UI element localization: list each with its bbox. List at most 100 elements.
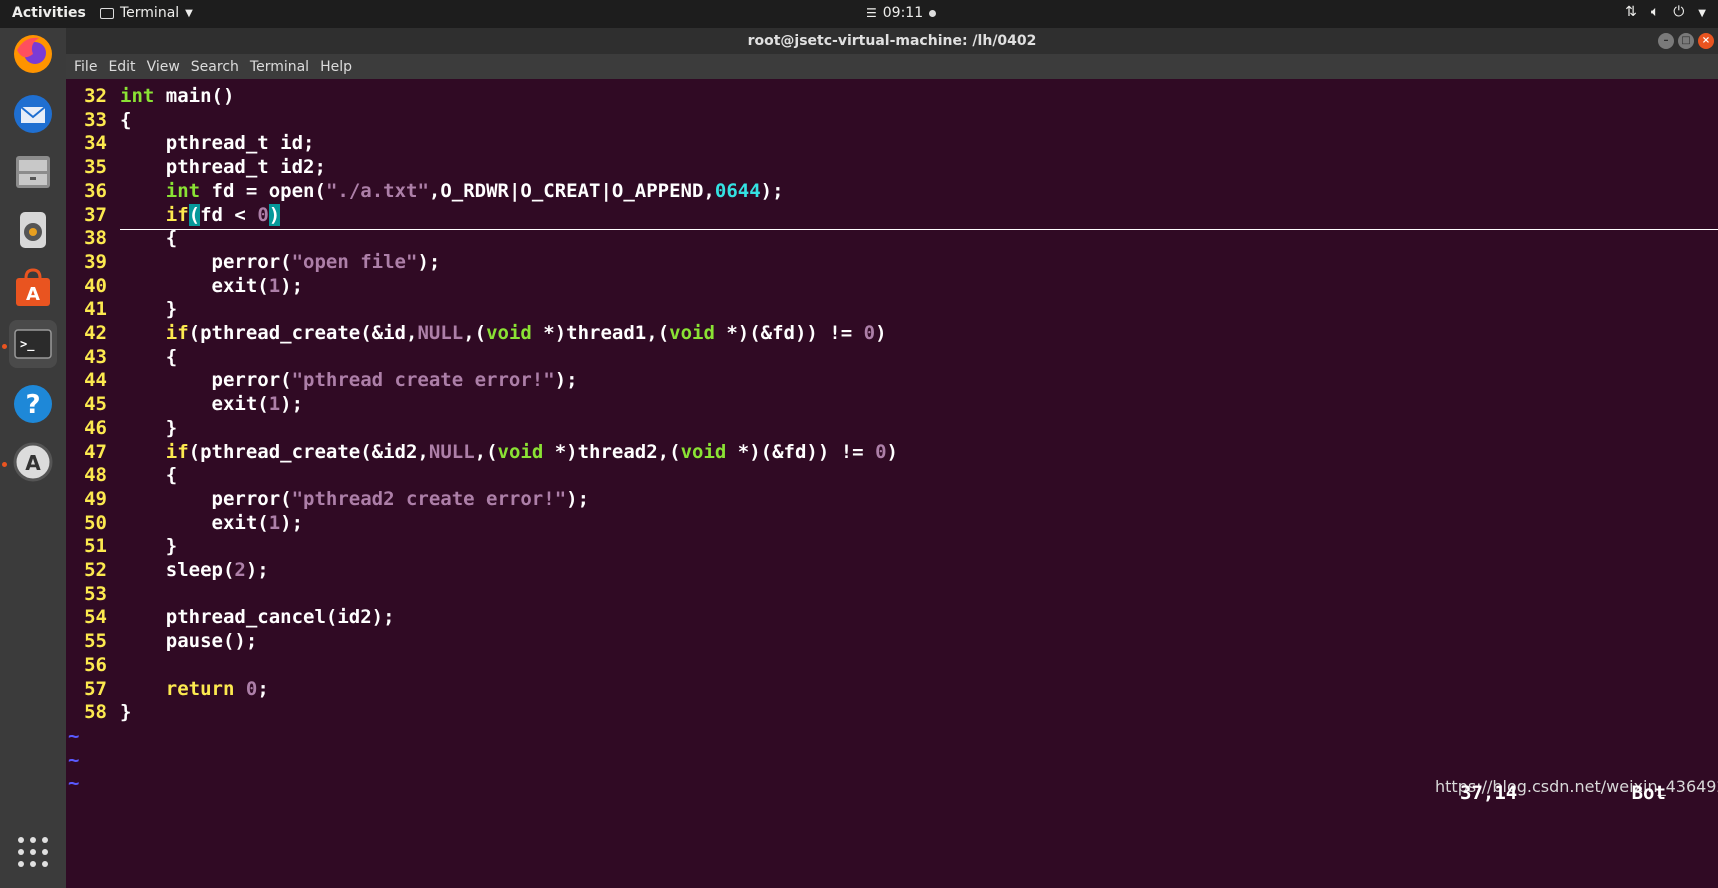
thunderbird-launcher[interactable]	[9, 90, 57, 138]
code-text: {	[120, 464, 178, 487]
code-line: 57 return 0;	[66, 676, 269, 702]
firefox-icon	[14, 35, 52, 73]
activities-button[interactable]: Activities	[12, 5, 86, 21]
line-number: 54	[84, 606, 107, 629]
svg-text:?: ?	[25, 390, 40, 420]
code-line: 40 exit(1);	[66, 273, 303, 299]
menu-view[interactable]: View	[147, 59, 180, 75]
line-number: 37	[84, 203, 107, 226]
line-number: 44	[84, 369, 107, 392]
code-text: }	[120, 701, 132, 724]
code-text: if(pthread_create(&id,NULL,(void *)threa…	[165, 322, 887, 344]
code-line: 51 }	[66, 533, 177, 559]
code-line: 33 {	[66, 107, 131, 133]
code-line: 56	[66, 652, 120, 678]
code-line: 50 exit(1);	[66, 510, 303, 536]
menu-help[interactable]: Help	[320, 59, 352, 75]
network-icon: ⇅	[1625, 4, 1637, 20]
line-number: 55	[84, 630, 107, 653]
svg-text:A: A	[25, 451, 41, 475]
code-line: 36 int fd = open("./a.txt",O_RDWR|O_CREA…	[66, 178, 783, 204]
code-text: pthread_cancel(id2);	[120, 606, 395, 629]
help-launcher[interactable]: ?	[9, 380, 57, 428]
menu-search[interactable]: Search	[191, 59, 239, 75]
files-icon	[16, 156, 50, 188]
software-icon: A	[16, 268, 50, 306]
chevron-down-icon: ▼	[185, 7, 193, 19]
files-launcher[interactable]	[9, 148, 57, 196]
code-text: {	[120, 108, 132, 131]
menu-terminal[interactable]: Terminal	[250, 59, 309, 75]
app-name: Terminal	[120, 5, 180, 21]
running-indicator	[2, 344, 7, 349]
vim-editor[interactable]: 32 int main() 33{34 pthread_t id; 35 pthrea…	[66, 79, 1718, 888]
code-text: perror("pthread create error!");	[120, 369, 578, 392]
scroll-position: Bot	[1631, 782, 1666, 804]
updater-launcher[interactable]: A	[9, 438, 57, 486]
line-number: 40	[84, 274, 107, 297]
code-line: 44 perror("pthread create error!");	[66, 367, 578, 393]
app-grid-icon	[18, 837, 48, 867]
code-text: {	[120, 345, 178, 368]
code-text: return 0;	[165, 677, 269, 700]
line-number: 46	[84, 416, 107, 439]
code-text: int main()	[120, 85, 235, 107]
line-number: 38	[84, 227, 107, 250]
updater-icon: A	[13, 442, 53, 482]
empty-line-marker: ~	[68, 772, 80, 795]
rhythmbox-launcher[interactable]	[9, 206, 57, 254]
svg-text:A: A	[26, 284, 40, 305]
code-line: 37 if(fd < 0)	[66, 202, 281, 228]
code-line: 35 pthread_t id2;	[66, 154, 326, 180]
code-line: 46 }	[66, 415, 177, 441]
code-text: perror("open file");	[120, 250, 441, 273]
chevron-down-icon: ▼	[1698, 8, 1706, 19]
code-line: 42 if(pthread_create(&id,NULL,(void *)th…	[66, 320, 887, 346]
system-tray[interactable]: ⇅ 🔈︎ ⏻ ▼	[1625, 4, 1706, 24]
menu-edit[interactable]: Edit	[108, 59, 135, 75]
help-icon: ?	[14, 385, 52, 423]
code-text: exit(1);	[120, 274, 304, 297]
menu-bar: File Edit View Search Terminal Help	[66, 54, 1718, 79]
code-text: pause();	[120, 630, 258, 653]
window-title: root@jsetc-virtual-machine: /lh/0402	[747, 33, 1037, 49]
line-number: 57	[84, 677, 107, 700]
window-titlebar[interactable]: root@jsetc-virtual-machine: /lh/0402 – □…	[66, 28, 1718, 54]
code-line: 49 perror("pthread2 create error!");	[66, 486, 589, 512]
maximize-button[interactable]: □	[1678, 33, 1694, 49]
code-line: 43 {	[66, 344, 177, 370]
code-text: }	[120, 298, 178, 321]
line-number: 42	[84, 322, 107, 344]
minimize-button[interactable]: –	[1658, 33, 1674, 49]
code-line: 55 pause();	[66, 628, 257, 654]
code-text: pthread_t id2;	[165, 156, 326, 179]
show-apps-button[interactable]	[9, 828, 57, 876]
terminal-launcher[interactable]: >_	[9, 320, 57, 368]
menu-file[interactable]: File	[74, 59, 97, 75]
line-number: 56	[84, 653, 107, 676]
code-text: pthread_t id;	[165, 132, 315, 155]
line-number: 50	[84, 511, 107, 534]
line-number: 39	[84, 250, 107, 273]
code-text: }	[120, 416, 178, 439]
code-text: if(pthread_create(&id2,NULL,(void *)thre…	[165, 440, 898, 463]
line-number: 35	[84, 156, 107, 179]
close-button[interactable]: ×	[1698, 33, 1714, 49]
code-line: 38 {	[66, 225, 177, 251]
terminal-icon: >_	[14, 329, 52, 359]
code-text: perror("pthread2 create error!");	[120, 487, 590, 510]
line-number: 41	[84, 298, 107, 321]
line-number: 58	[84, 701, 107, 724]
app-menu[interactable]: Terminal ▼	[100, 5, 193, 21]
clock-time: 09:11	[882, 5, 924, 21]
clock[interactable]: ☰ 09:11	[866, 5, 937, 21]
line-number: 47	[84, 440, 107, 463]
terminal-icon	[100, 7, 114, 19]
firefox-launcher[interactable]	[9, 30, 57, 78]
cursor-line	[120, 229, 1718, 230]
line-number: 32	[84, 85, 107, 107]
code-line: 32 int main()	[66, 83, 234, 109]
code-line: 41 }	[66, 296, 177, 322]
line-number: 51	[84, 535, 107, 558]
software-launcher[interactable]: A	[9, 264, 57, 312]
